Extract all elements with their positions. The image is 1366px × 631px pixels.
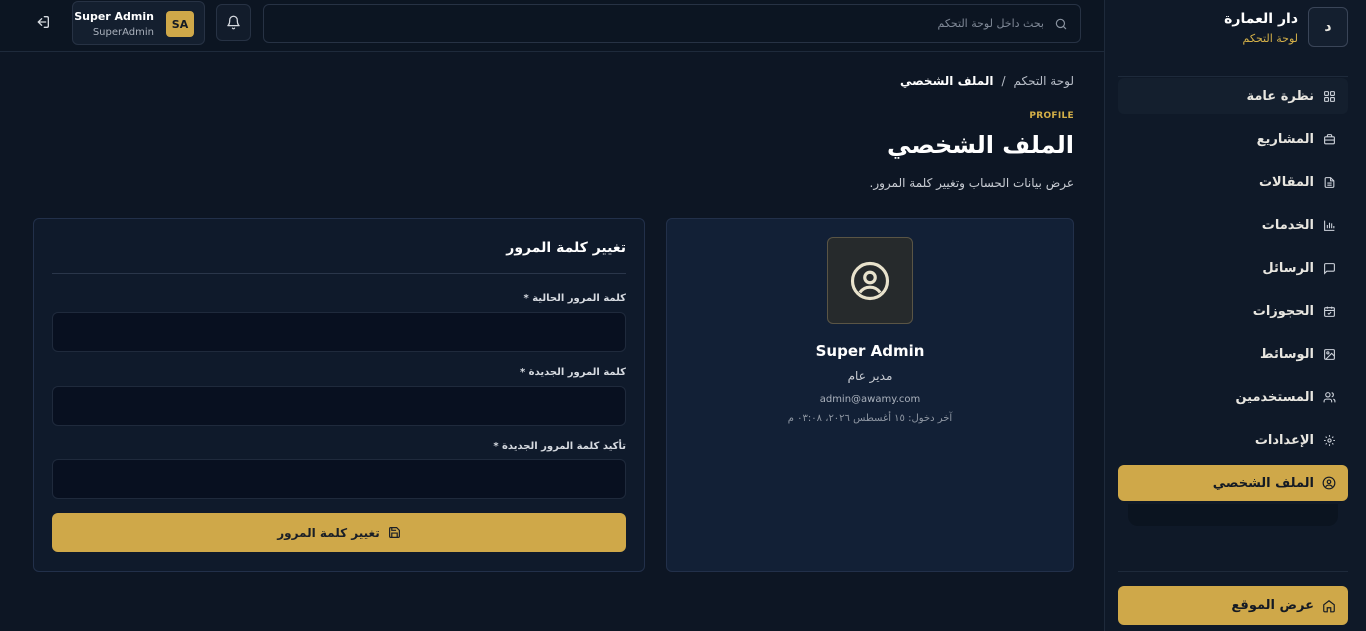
breadcrumb: لوحة التحكم / الملف الشخصي <box>900 74 1074 88</box>
calendar-icon <box>1322 304 1336 318</box>
sidebar-nav: نظرة عامة المشاريع المقالات الخدمات الرس… <box>1118 78 1348 508</box>
sidebar-item-label: الإعدادات <box>1254 432 1314 448</box>
document-icon <box>1322 175 1336 189</box>
sidebar-divider <box>1118 571 1348 572</box>
avatar: SA <box>166 11 194 37</box>
sidebar-item-articles[interactable]: المقالات <box>1118 164 1348 200</box>
home-icon <box>1322 599 1336 613</box>
sidebar-item-overview[interactable]: نظرة عامة <box>1118 78 1348 114</box>
sidebar-item-bookings[interactable]: الحجوزات <box>1118 293 1348 329</box>
change-password-card: تغيير كلمة المرور كلمة المرور الحالية * … <box>33 218 645 572</box>
sidebar-item-services[interactable]: الخدمات <box>1118 207 1348 243</box>
sidebar-item-profile[interactable]: الملف الشخصي <box>1118 465 1348 501</box>
briefcase-icon <box>1322 132 1336 146</box>
sidebar: د دار العمارة لوحة التحكم نظرة عامة المش… <box>1104 0 1366 631</box>
sidebar-item-label: الخدمات <box>1261 217 1314 233</box>
brand: د دار العمارة لوحة التحكم <box>1104 0 1366 60</box>
user-circle-icon <box>1322 476 1336 490</box>
top-bar: SA Super Admin SuperAdmin <box>0 0 1104 52</box>
new-password-label: كلمة المرور الجديدة * <box>519 367 626 378</box>
sidebar-item-label: الرسائل <box>1262 260 1314 276</box>
new-password-field[interactable] <box>52 386 626 426</box>
profile-name: Super Admin <box>815 342 925 360</box>
sidebar-item-label: نظرة عامة <box>1246 88 1314 104</box>
sidebar-item-messages[interactable]: الرسائل <box>1118 250 1348 286</box>
profile-last-login: آخر دخول: ١٥ أغسطس ٢٠٢٦، ٠٣:٠٨ م <box>787 413 953 424</box>
gear-icon <box>1322 433 1336 447</box>
user-name: Super Admin <box>74 10 154 23</box>
page-subtitle: عرض بيانات الحساب وتغيير كلمة المرور. <box>869 176 1074 190</box>
view-site-button[interactable]: عرض الموقع <box>1118 586 1348 625</box>
brand-subtitle: لوحة التحكم <box>1242 32 1298 45</box>
logout-icon[interactable] <box>35 14 51 30</box>
sidebar-item-users[interactable]: المستخدمين <box>1118 379 1348 415</box>
bell-icon <box>226 15 241 30</box>
sidebar-item-label: الحجوزات <box>1252 303 1314 319</box>
user-menu[interactable]: SA Super Admin SuperAdmin <box>72 1 205 45</box>
grid-icon <box>1322 89 1336 103</box>
sidebar-divider <box>1118 76 1348 77</box>
nav-shadow <box>1128 504 1338 526</box>
brand-name: دار العمارة <box>1224 11 1298 27</box>
profile-card: Super Admin مدير عام admin@awamy.com آخر… <box>666 218 1074 572</box>
sidebar-item-label: الملف الشخصي <box>1212 475 1314 491</box>
bar-chart-icon <box>1322 218 1336 232</box>
change-password-label: تغيير كلمة المرور <box>277 525 380 540</box>
card-title: تغيير كلمة المرور <box>506 240 626 256</box>
view-site-label: عرض الموقع <box>1231 598 1314 613</box>
sidebar-item-label: المشاريع <box>1256 131 1314 147</box>
confirm-password-label: تأكيد كلمة المرور الجديدة * <box>493 441 626 452</box>
image-icon <box>1322 347 1336 361</box>
sidebar-item-media[interactable]: الوسائط <box>1118 336 1348 372</box>
page-title: الملف الشخصي <box>887 131 1074 159</box>
page-eyebrow: PROFILE <box>1029 111 1074 121</box>
save-icon <box>388 526 401 539</box>
profile-role: مدير عام <box>847 369 893 383</box>
sidebar-item-settings[interactable]: الإعدادات <box>1118 422 1348 458</box>
search-icon <box>1054 17 1068 31</box>
breadcrumb-separator: / <box>1001 74 1006 88</box>
current-password-field[interactable] <box>52 312 626 352</box>
user-circle-icon <box>849 260 891 302</box>
message-icon <box>1322 261 1336 275</box>
notifications-button[interactable] <box>216 4 251 41</box>
card-divider <box>52 273 626 274</box>
search-box <box>263 4 1081 43</box>
users-icon <box>1322 390 1336 404</box>
user-role: SuperAdmin <box>92 27 154 38</box>
profile-email: admin@awamy.com <box>819 394 921 405</box>
search-input[interactable] <box>284 5 1044 42</box>
sidebar-item-label: المقالات <box>1258 174 1314 190</box>
sidebar-item-label: المستخدمين <box>1235 389 1314 405</box>
breadcrumb-root[interactable]: لوحة التحكم <box>1014 74 1075 88</box>
change-password-button[interactable]: تغيير كلمة المرور <box>52 513 626 552</box>
profile-avatar <box>827 237 913 324</box>
sidebar-item-label: الوسائط <box>1260 346 1314 362</box>
brand-logo: د <box>1308 7 1348 47</box>
current-password-label: كلمة المرور الحالية * <box>523 293 626 304</box>
sidebar-item-projects[interactable]: المشاريع <box>1118 121 1348 157</box>
confirm-password-field[interactable] <box>52 459 626 499</box>
breadcrumb-current: الملف الشخصي <box>899 74 994 88</box>
